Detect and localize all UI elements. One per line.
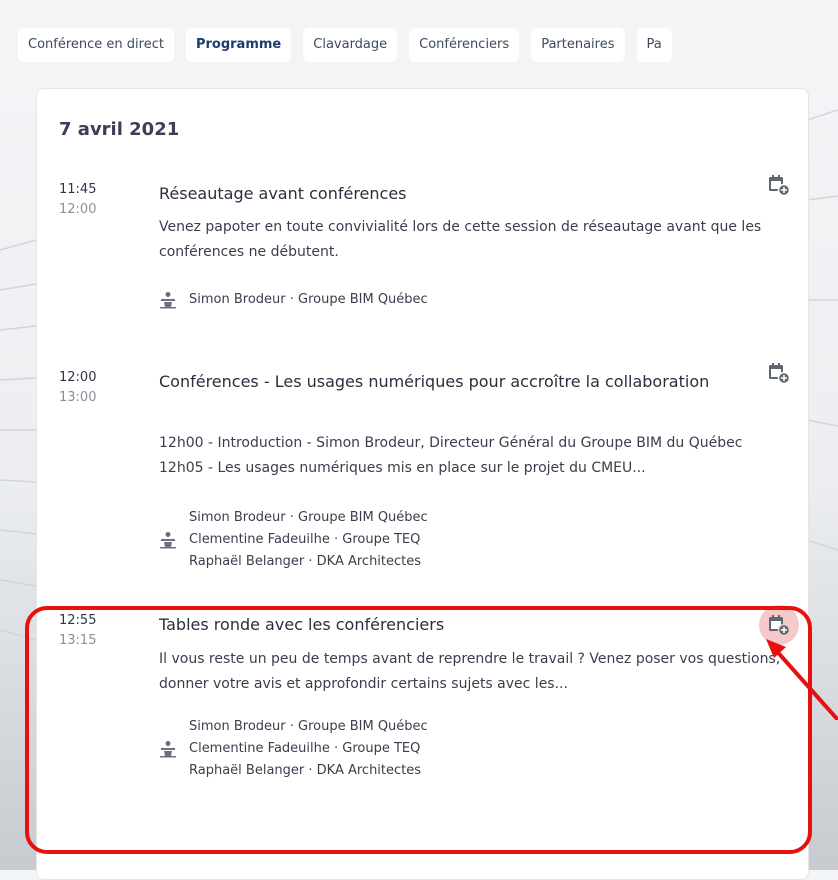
speaker-name[interactable]: Raphaël Belanger · DKA Architectes	[189, 551, 428, 573]
speaker-podium-icon	[160, 532, 176, 549]
tab-conferenciers[interactable]: Conférenciers	[409, 28, 520, 62]
add-to-calendar-button[interactable]	[759, 353, 799, 393]
tab-partenaires[interactable]: Partenaires	[531, 28, 625, 62]
session-start-time: 11:45	[59, 182, 97, 197]
session-end-time: 13:00	[59, 390, 97, 405]
speaker-name[interactable]: Clementine Fadeuilhe · Groupe TEQ	[189, 529, 428, 551]
calendar-add-icon	[769, 363, 790, 384]
speaker-name[interactable]: Simon Brodeur · Groupe BIM Québec	[189, 507, 428, 529]
tab-bar: Conférence en direct Programme Clavardag…	[18, 28, 672, 62]
annotation-arrow-icon	[766, 639, 838, 720]
session-times: 11:45 12:00	[59, 180, 96, 220]
speaker-name[interactable]: Simon Brodeur · Groupe BIM Québec	[189, 289, 428, 311]
add-to-calendar-button[interactable]	[759, 165, 799, 205]
session-title[interactable]: Réseautage avant conférences	[159, 180, 719, 207]
tab-programme[interactable]: Programme	[185, 28, 292, 62]
tab-overflow[interactable]: Pa	[636, 28, 672, 62]
calendar-add-icon	[769, 175, 790, 196]
day-heading: 7 avril 2021	[59, 119, 180, 140]
session-start-time: 12:00	[59, 370, 97, 385]
speaker-podium-icon	[160, 292, 176, 309]
session-times: 12:00 13:00	[59, 368, 96, 408]
annotation-highlight-box	[25, 606, 812, 854]
tab-clavardage[interactable]: Clavardage	[303, 28, 398, 62]
session-description: 12h00 - Introduction - Simon Brodeur, Di…	[159, 435, 743, 476]
session-end-time: 12:00	[59, 202, 97, 217]
session-description: Venez papoter en toute convivialité lors…	[159, 219, 762, 260]
session-title[interactable]: Conférences - Les usages numériques pour…	[159, 368, 719, 395]
tab-conference-en-direct[interactable]: Conférence en direct	[18, 28, 174, 62]
